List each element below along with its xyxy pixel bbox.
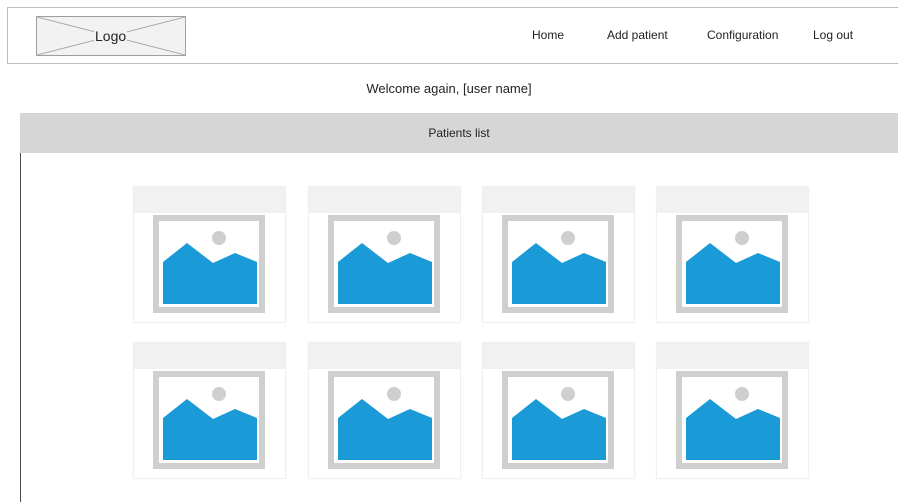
patient-card-header	[134, 343, 285, 369]
patient-card[interactable]	[483, 187, 634, 322]
logo-label: Logo	[94, 28, 128, 44]
image-placeholder-icon	[153, 371, 265, 469]
image-placeholder-icon	[676, 371, 788, 469]
patient-card[interactable]	[657, 187, 808, 322]
welcome-message: Welcome again, [user name]	[366, 81, 532, 96]
patient-card[interactable]	[657, 343, 808, 478]
top-header: Logo Home Add patient Configuration Log …	[7, 7, 898, 64]
patient-card-header	[309, 187, 460, 213]
image-placeholder-icon	[502, 215, 614, 313]
patient-card[interactable]	[309, 187, 460, 322]
image-placeholder-icon	[676, 215, 788, 313]
nav-logout-link[interactable]: Log out	[813, 28, 853, 42]
page: Logo Home Add patient Configuration Log …	[0, 0, 898, 502]
nav-home-link[interactable]: Home	[532, 28, 564, 42]
patient-card[interactable]	[309, 343, 460, 478]
image-placeholder-icon	[328, 371, 440, 469]
patient-card[interactable]	[134, 187, 285, 322]
image-placeholder-icon	[153, 215, 265, 313]
patient-card-header	[657, 187, 808, 213]
content-left-rule	[20, 153, 21, 502]
patient-card[interactable]	[483, 343, 634, 478]
patient-card-header	[309, 343, 460, 369]
image-placeholder-icon	[502, 371, 614, 469]
image-placeholder-icon	[328, 215, 440, 313]
logo[interactable]: Logo	[36, 16, 186, 56]
patient-card-header	[657, 343, 808, 369]
patient-card-header	[483, 343, 634, 369]
patient-card-header	[134, 187, 285, 213]
patients-list-bar: Patients list	[20, 113, 898, 153]
patients-list-title: Patients list	[428, 126, 490, 140]
nav-configuration-link[interactable]: Configuration	[707, 28, 778, 42]
patient-card[interactable]	[134, 343, 285, 478]
patient-card-header	[483, 187, 634, 213]
nav-add-patient-link[interactable]: Add patient	[607, 28, 668, 42]
